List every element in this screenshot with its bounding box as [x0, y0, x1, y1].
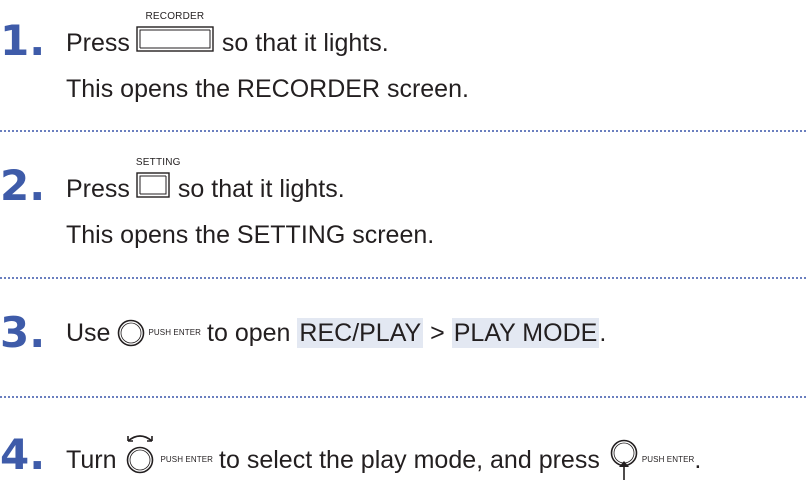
button-caption: SETTING [135, 157, 181, 168]
knob-caption: PUSH ENTER [641, 455, 695, 464]
step-result: This opens the RECORDER screen. [66, 75, 469, 103]
instruction-text: so that it lights. [177, 174, 345, 203]
recorder-button-icon: RECORDER [136, 12, 214, 59]
period: . [694, 446, 702, 474]
step-instruction: Press RECORDER so that it lights. [66, 12, 389, 59]
instruction-text: so that it lights. [221, 28, 389, 57]
step-result: This opens the SETTING screen. [66, 221, 435, 249]
instruction-text: to select the play mode, and press [219, 446, 600, 474]
step-number: 1. [0, 16, 46, 65]
step-instruction: Turn PUSH ENTER to select the play mode,… [66, 435, 702, 482]
instruction-text: to open [207, 319, 291, 347]
step-number: 2. [0, 161, 46, 210]
knob-caption: PUSH ENTER [148, 328, 202, 337]
dial-knob-icon [116, 318, 146, 348]
button-caption: RECORDER [145, 11, 205, 22]
menu-item-play-mode: PLAY MODE [451, 318, 600, 348]
step-number: 3. [0, 308, 46, 357]
instruction-text: Use [66, 319, 111, 347]
instruction-text: Press [66, 28, 130, 57]
separator [0, 277, 806, 279]
dial-press-icon [608, 438, 640, 482]
step-number: 4. [0, 430, 46, 479]
separator [0, 130, 806, 132]
menu-item-rec-play: REC/PLAY [297, 318, 424, 348]
period: . [599, 319, 607, 347]
instruction-text: Press [66, 174, 130, 203]
step-instruction: Use PUSH ENTER to open REC/PLAY > PLAY M… [66, 318, 606, 348]
dial-turn-icon [122, 427, 158, 477]
step-instruction: Press SETTING so that it lights. [66, 158, 345, 205]
separator [0, 396, 806, 398]
menu-separator: > [430, 319, 445, 347]
knob-caption: PUSH ENTER [160, 455, 214, 464]
instruction-text: Turn [66, 446, 117, 474]
setting-button-icon: SETTING [136, 158, 180, 205]
